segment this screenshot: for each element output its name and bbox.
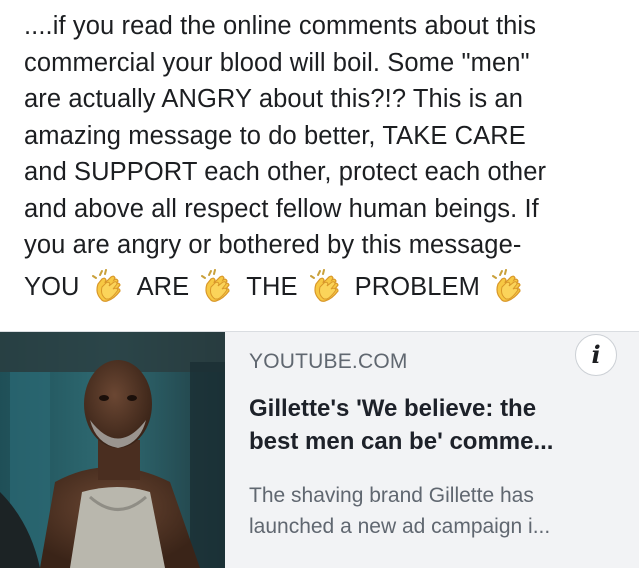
clapping-hands-icon [309,268,344,303]
link-preview-body[interactable]: YOUTUBE.COM Gillette's 'We believe: the … [225,332,639,568]
link-title-line: best men can be' comme... [249,428,554,455]
post-text-line: you are angry or bothered by this messag… [24,231,522,259]
link-title[interactable]: Gillette's 'We believe: the best men can… [249,392,619,458]
post-text-line: and above all respect fellow human being… [24,194,539,223]
link-description-line: launched a new ad campaign i... [249,515,551,538]
post-text-line: commercial your blood will boil. Some "m… [24,48,530,77]
post-text: ....if you read the online comments abou… [24,8,629,305]
emphasis-word-the: THE [246,272,298,301]
clapping-hands-icon [91,268,126,303]
link-description: The shaving brand Gillette has launched … [249,480,619,542]
link-domain: YOUTUBE.COM [249,350,408,373]
info-button[interactable]: i [575,334,617,376]
emphasis-word-problem: PROBLEM [354,272,481,301]
post-text-line: and SUPPORT each other, protect each oth… [24,158,547,186]
post-text-line: are actually ANGRY about this?!? This is… [24,85,523,113]
clapping-hands-icon [201,268,235,303]
emphasis-word-you: YOU [24,272,80,301]
emphasis-word-are: ARE [136,272,190,301]
video-thumbnail-image [0,332,225,568]
info-icon: i [591,340,601,369]
link-title-line: Gillette's 'We believe: the [249,395,537,422]
emphasis-line: YOU ARE THE PROBLEM [24,268,629,306]
clapping-hands-icon [492,268,526,303]
post-text-line: ....if you read the online comments abou… [24,12,537,40]
post-text-line: amazing message to do better, TAKE CARE [24,121,526,150]
link-description-line: The shaving brand Gillette has [249,484,534,507]
video-thumbnail[interactable] [0,332,225,568]
link-preview-card[interactable]: YOUTUBE.COM Gillette's 'We believe: the … [0,331,639,568]
